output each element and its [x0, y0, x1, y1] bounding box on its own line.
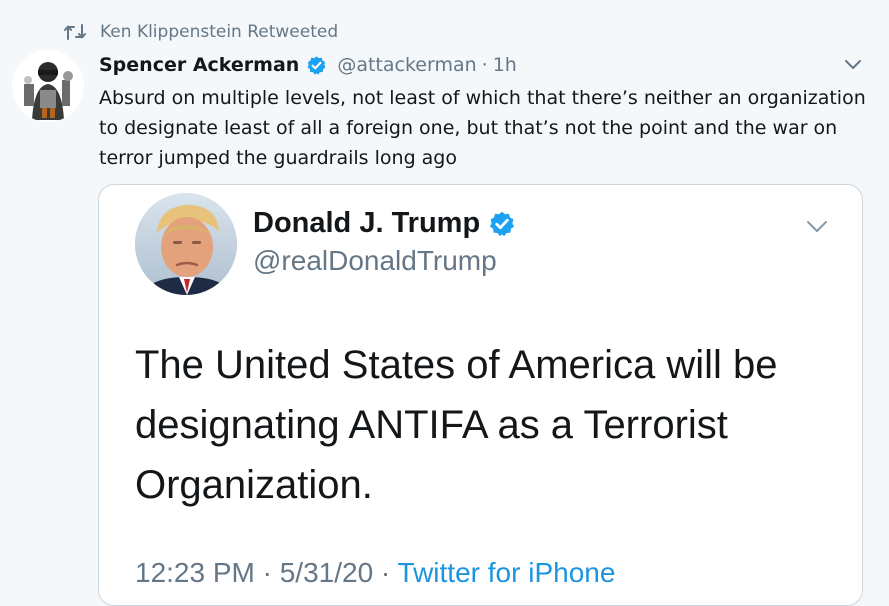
header-separator: ·	[481, 54, 488, 76]
tweet-text: Absurd on multiple levels, not least of …	[99, 87, 866, 169]
retweet-icon	[64, 23, 86, 41]
tweet-header: Spencer Ackerman @attackerman · 1h	[99, 51, 517, 79]
verified-badge-icon	[488, 210, 516, 238]
author-name[interactable]: Spencer Ackerman	[99, 54, 299, 76]
embedded-author-handle[interactable]: @realDonaldTrump	[253, 245, 497, 277]
retweet-context-text[interactable]: Ken Klippenstein Retweeted	[100, 22, 338, 42]
tweet-time[interactable]: 1h	[493, 54, 517, 76]
chevron-down-icon[interactable]	[843, 54, 863, 74]
embedded-timestamp[interactable]: 12:23 PM · 5/31/20 ·	[135, 557, 398, 588]
author-avatar[interactable]	[12, 50, 84, 122]
embedded-tweet-text: The United States of America will be des…	[135, 343, 778, 507]
embedded-author-name[interactable]: Donald J. Trump	[253, 207, 480, 240]
embedded-tweet-card[interactable]: Donald J. Trump @realDonaldTrump The Uni…	[98, 184, 863, 606]
embedded-source-link[interactable]: Twitter for iPhone	[398, 557, 616, 588]
embedded-tweet-meta: 12:23 PM · 5/31/20 · Twitter for iPhone	[135, 557, 615, 589]
embedded-author-avatar[interactable]	[135, 193, 237, 295]
author-handle[interactable]: @attackerman	[337, 54, 476, 76]
tweet-container[interactable]: Ken Klippenstein Retweeted Spencer Acker…	[0, 0, 889, 606]
retweet-context: Ken Klippenstein Retweeted	[64, 20, 338, 44]
chevron-down-icon[interactable]	[804, 213, 830, 239]
embedded-header: Donald J. Trump	[253, 207, 516, 240]
verified-badge-icon	[306, 55, 327, 76]
